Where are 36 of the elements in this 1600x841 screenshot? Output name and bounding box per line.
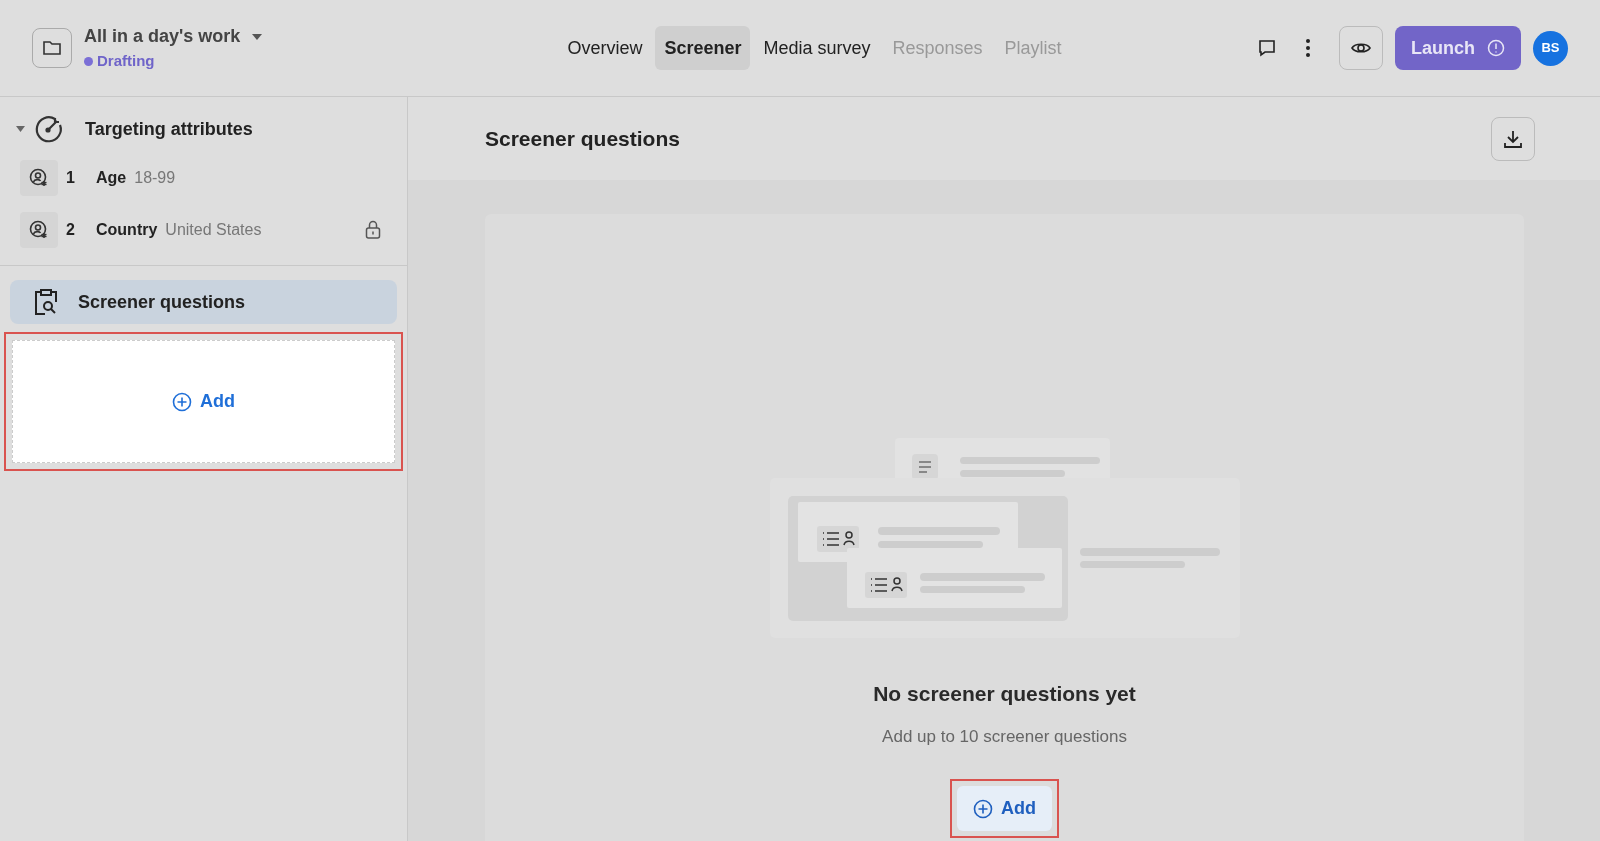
add-button[interactable]: Add	[957, 786, 1052, 831]
download-icon	[1503, 128, 1523, 149]
lock-icon	[365, 220, 381, 240]
page-title: Screener questions	[485, 125, 680, 152]
plus-circle-icon	[172, 391, 192, 412]
clipboard-search-icon	[34, 288, 58, 316]
status-label: Drafting	[97, 51, 155, 72]
preview-button[interactable]	[1339, 26, 1383, 70]
tab[interactable]: Screener	[655, 26, 751, 70]
caret-icon[interactable]	[252, 33, 263, 40]
attribute-number: 1	[66, 168, 76, 188]
attribute-name: Country	[96, 220, 158, 240]
attribute-number: 2	[66, 220, 76, 240]
tab[interactable]: Media survey	[754, 26, 880, 70]
avatar[interactable]: BS	[1533, 30, 1568, 66]
folder-icon	[42, 39, 62, 57]
empty-state-title: No screener questions yet	[873, 681, 1136, 707]
attribute-name: Age	[96, 168, 127, 188]
folder-button[interactable]	[32, 28, 72, 68]
download-button[interactable]	[1491, 116, 1535, 161]
target-icon	[33, 113, 65, 145]
alert-icon	[1487, 39, 1505, 57]
empty-state-subtitle: Add up to 10 screener questions	[882, 725, 1127, 748]
eye-icon	[1351, 41, 1371, 55]
sidebar-item[interactable]: Screener questions	[10, 280, 397, 324]
launch-button[interactable]: Launch	[1395, 26, 1521, 70]
attribute-value: United States	[165, 220, 263, 240]
comment-icon[interactable]	[1257, 38, 1277, 58]
collapse-caret-icon[interactable]	[16, 126, 25, 132]
section-title[interactable]: Targeting attributes	[85, 115, 253, 143]
project-title[interactable]: All in a day's work	[84, 23, 241, 51]
add-button[interactable]: Add	[12, 340, 395, 463]
plus-circle-icon	[973, 798, 993, 819]
attribute-value: 18-99	[134, 168, 177, 188]
more-icon[interactable]	[1305, 38, 1311, 58]
tab[interactable]: Overview	[558, 26, 652, 70]
